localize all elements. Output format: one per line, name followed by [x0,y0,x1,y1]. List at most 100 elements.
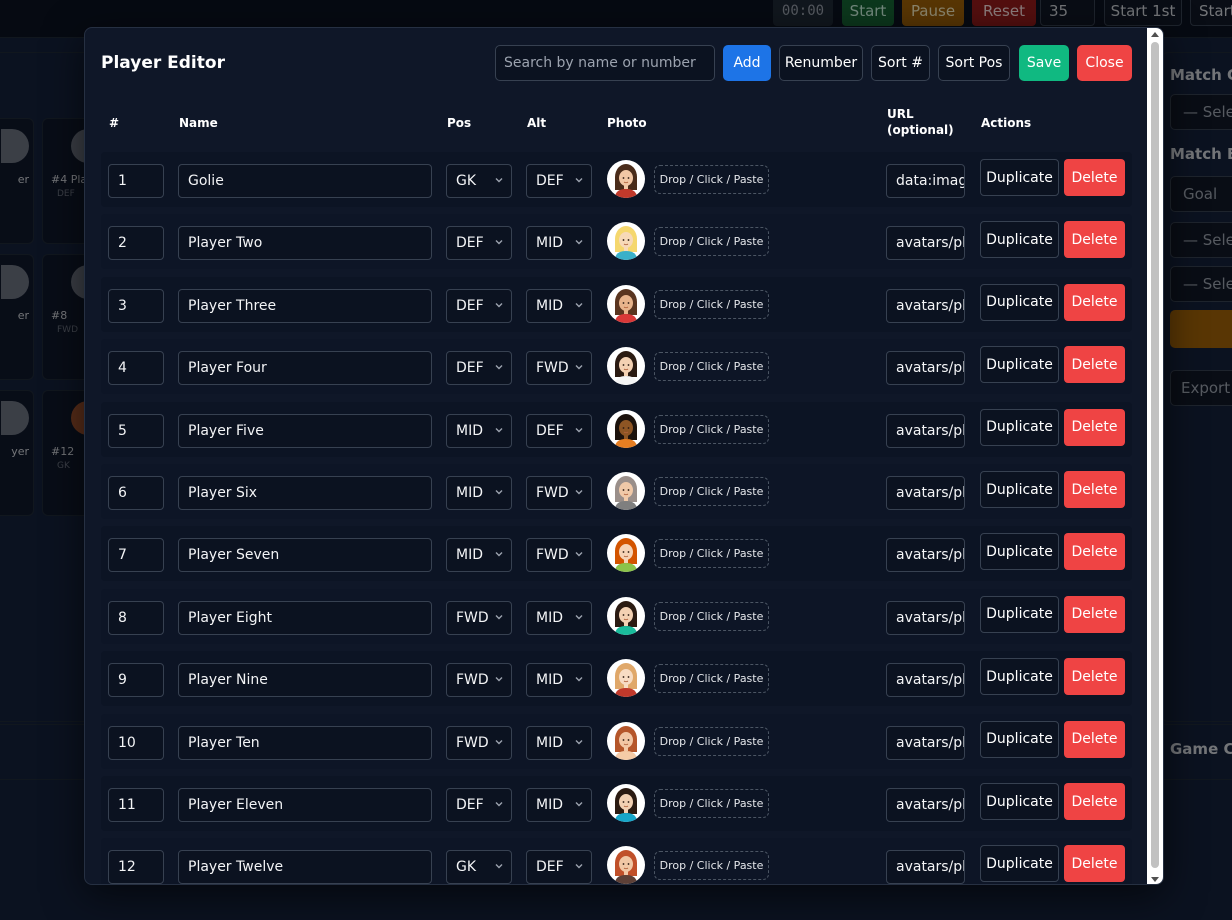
name-input[interactable]: Player Four [178,351,432,386]
url-input[interactable]: avatars/pla [886,663,965,698]
name-input[interactable]: Player Three [178,288,432,323]
delete-button[interactable]: Delete [1064,346,1125,384]
alt-position-select[interactable]: DEF [526,164,592,198]
url-input[interactable]: avatars/pla [886,351,965,386]
delete-button[interactable]: Delete [1064,221,1125,259]
url-input[interactable]: avatars/pla [886,725,965,760]
photo-drop-zone[interactable]: Drop / Click / Paste [654,851,769,881]
name-input[interactable]: Golie [178,164,432,198]
duplicate-button[interactable]: Duplicate [980,595,1059,633]
number-input[interactable]: 4 [108,351,164,386]
alt-position-select[interactable]: DEF [526,850,592,884]
delete-button[interactable]: Delete [1064,408,1125,446]
duplicate-button[interactable]: Duplicate [980,221,1059,259]
duplicate-button[interactable]: Duplicate [980,471,1059,508]
name-input[interactable]: Player Five [178,413,432,448]
export-button[interactable]: Export [1170,370,1232,406]
url-input[interactable]: avatars/pla [886,600,965,635]
add-event-button[interactable] [1170,310,1232,348]
photo-drop-zone[interactable]: Drop / Click / Paste [654,289,769,319]
position-select[interactable]: MID [446,413,512,448]
photo-drop-zone[interactable]: Drop / Click / Paste [654,601,769,631]
event-assist-select[interactable]: — Sele [1170,266,1232,302]
sort-number-button[interactable]: Sort # [871,45,930,81]
photo-drop-zone[interactable]: Drop / Click / Paste [654,539,769,569]
close-button[interactable]: Close [1077,45,1132,81]
url-input[interactable]: avatars/pla [886,538,965,573]
photo-drop-zone[interactable]: Drop / Click / Paste [654,789,769,818]
player-card[interactable]: yer [0,390,34,516]
position-select[interactable]: MID [446,538,512,573]
alt-position-select[interactable]: MID [526,788,592,822]
position-select[interactable]: FWD [446,600,512,635]
url-input[interactable]: data:image [886,164,965,198]
player-card[interactable]: er [0,254,34,380]
number-input[interactable]: 12 [108,850,164,884]
number-input[interactable]: 6 [108,476,164,510]
scroll-down-icon[interactable] [1151,877,1159,882]
reset-button[interactable]: Reset [972,0,1036,26]
position-select[interactable]: MID [446,476,512,510]
event-type-select[interactable]: Goal [1170,176,1232,212]
alt-position-select[interactable]: MID [526,288,592,323]
alt-position-select[interactable]: MID [526,663,592,698]
delete-button[interactable]: Delete [1064,471,1125,508]
duplicate-button[interactable]: Duplicate [980,408,1059,446]
photo-drop-zone[interactable]: Drop / Click / Paste [654,477,769,506]
delete-button[interactable]: Delete [1064,283,1125,321]
duplicate-button[interactable]: Duplicate [980,658,1059,696]
name-input[interactable]: Player Eight [178,600,432,635]
scrollbar-thumb[interactable] [1151,42,1159,868]
photo-drop-zone[interactable]: Drop / Click / Paste [654,664,769,694]
sort-position-button[interactable]: Sort Pos [938,45,1010,81]
delete-button[interactable]: Delete [1064,159,1125,196]
alt-position-select[interactable]: FWD [526,538,592,573]
alt-position-select[interactable]: MID [526,226,592,261]
name-input[interactable]: Player Eleven [178,788,432,822]
name-input[interactable]: Player Seven [178,538,432,573]
url-input[interactable]: avatars/pla [886,288,965,323]
photo-drop-zone[interactable]: Drop / Click / Paste [654,227,769,257]
duplicate-button[interactable]: Duplicate [980,720,1059,758]
minutes-input[interactable]: 35 [1040,0,1095,26]
alt-position-select[interactable]: FWD [526,476,592,510]
alt-position-select[interactable]: DEF [526,413,592,448]
name-input[interactable]: Player Six [178,476,432,510]
number-input[interactable]: 9 [108,663,164,698]
name-input[interactable]: Player Twelve [178,850,432,884]
delete-button[interactable]: Delete [1064,658,1125,696]
scroll-up-icon[interactable] [1151,32,1159,37]
alt-position-select[interactable]: FWD [526,351,592,386]
number-input[interactable]: 5 [108,413,164,448]
name-input[interactable]: Player Two [178,226,432,261]
name-input[interactable]: Player Nine [178,663,432,698]
start-button[interactable]: Start [842,0,894,26]
duplicate-button[interactable]: Duplicate [980,845,1059,883]
add-button[interactable]: Add [723,45,771,81]
position-select[interactable]: FWD [446,725,512,760]
player-card[interactable]: er [0,118,34,244]
position-select[interactable]: FWD [446,663,512,698]
url-input[interactable]: avatars/pla [886,850,965,884]
start-first-half-button[interactable]: Start 1st [1104,0,1182,26]
number-input[interactable]: 7 [108,538,164,573]
number-input[interactable]: 1 [108,164,164,198]
renumber-button[interactable]: Renumber [779,45,863,81]
position-select[interactable]: DEF [446,288,512,323]
photo-drop-zone[interactable]: Drop / Click / Paste [654,414,769,444]
delete-button[interactable]: Delete [1064,720,1125,758]
event-player-select[interactable]: — Sele [1170,222,1232,258]
url-input[interactable]: avatars/pla [886,226,965,261]
delete-button[interactable]: Delete [1064,845,1125,883]
number-input[interactable]: 2 [108,226,164,261]
number-input[interactable]: 3 [108,288,164,323]
duplicate-button[interactable]: Duplicate [980,346,1059,384]
delete-button[interactable]: Delete [1064,595,1125,633]
scrollbar[interactable] [1147,28,1163,884]
start-second-half-button[interactable]: Start [1190,0,1232,26]
alt-position-select[interactable]: MID [526,600,592,635]
number-input[interactable]: 10 [108,725,164,760]
url-input[interactable]: avatars/pla [886,413,965,448]
position-select[interactable]: GK [446,850,512,884]
position-select[interactable]: GK [446,164,512,198]
